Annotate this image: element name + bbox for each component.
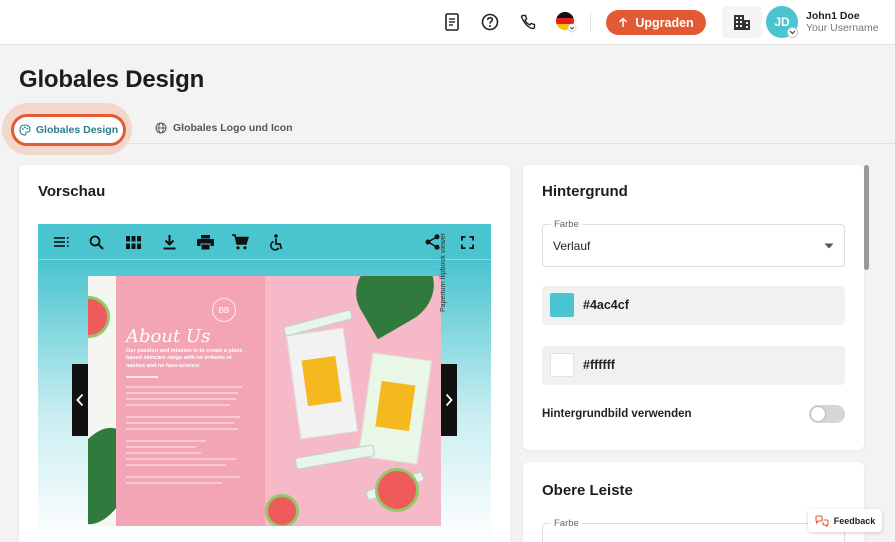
phone-icon[interactable] — [517, 11, 539, 33]
top-bar-title: Obere Leiste — [542, 482, 633, 499]
product-tube — [294, 444, 376, 470]
text-line — [126, 440, 206, 442]
shopping-cart-icon[interactable] — [230, 232, 250, 252]
text-line — [126, 416, 240, 418]
organization-button[interactable] — [722, 6, 762, 38]
book-page-left: BB About Us Our passion and mission is t… — [88, 276, 265, 526]
caret-down-icon — [824, 243, 834, 249]
toggle-knob — [810, 406, 826, 422]
scrollbar-thumb[interactable] — [864, 165, 869, 270]
viewer-watermark: Paperturn flipbook viewer — [440, 233, 447, 312]
text-rule — [126, 376, 158, 378]
chevron-right-icon — [445, 393, 453, 407]
next-page-button[interactable] — [441, 364, 457, 436]
decorative-melon — [265, 494, 299, 526]
menu-icon[interactable] — [52, 232, 72, 252]
chevron-left-icon — [76, 393, 84, 407]
field-label: Farbe — [551, 518, 582, 529]
print-icon[interactable] — [195, 232, 215, 252]
flipbook-viewer: BB About Us Our passion and mission is t… — [38, 224, 491, 542]
toolbar-divider — [590, 12, 591, 32]
feedback-button[interactable]: Feedback — [808, 509, 882, 532]
about-tagline: Our passion and mission is to create a p… — [126, 348, 244, 369]
select-value: Verlauf — [553, 239, 591, 253]
globe-icon — [155, 122, 167, 134]
language-flag-de-icon[interactable] — [555, 11, 577, 33]
bg-image-label: Hintergrundbild verwenden — [542, 408, 692, 420]
arrow-up-icon — [619, 17, 628, 27]
text-line — [126, 452, 201, 454]
bg-image-toggle[interactable] — [809, 405, 845, 423]
user-name: John1 Doe — [806, 10, 860, 22]
background-color-mode-select[interactable]: Farbe Verlauf — [542, 219, 845, 267]
color-swatch[interactable] — [550, 293, 574, 317]
upgrade-button[interactable]: Upgraden — [606, 10, 706, 35]
building-icon — [734, 15, 750, 30]
download-icon[interactable] — [159, 232, 179, 252]
document-icon[interactable] — [441, 11, 463, 33]
background-title: Hintergrund — [542, 183, 628, 200]
preview-title: Vorschau — [38, 183, 106, 200]
viewer-toolbar — [38, 224, 491, 260]
color-hex: #4ac4cf — [583, 298, 629, 312]
tab-globales-logo-und-icon[interactable]: Globales Logo und Icon — [155, 122, 293, 134]
feedback-label: Feedback — [833, 515, 876, 526]
text-line — [126, 386, 242, 388]
gradient-color-2-field[interactable]: #ffffff — [542, 346, 845, 385]
search-icon[interactable] — [86, 232, 106, 252]
text-line — [126, 446, 196, 448]
about-panel — [116, 276, 265, 526]
accessibility-icon[interactable] — [266, 232, 286, 252]
tab-globales-design[interactable]: Globales Design — [11, 114, 126, 146]
text-line — [126, 464, 226, 466]
color-swatch[interactable] — [550, 353, 574, 377]
tab-label: Globales Logo und Icon — [173, 122, 293, 134]
feedback-icon — [815, 514, 829, 527]
text-line — [126, 404, 230, 406]
palette-icon — [19, 124, 31, 136]
text-line — [126, 458, 236, 460]
top-bar-color-select[interactable]: Farbe — [542, 518, 845, 542]
field-label: Farbe — [551, 219, 582, 230]
tabs-divider — [19, 143, 895, 144]
decorative-melon — [88, 296, 110, 338]
text-line — [126, 476, 240, 478]
flipbook-spread[interactable]: BB About Us Our passion and mission is t… — [88, 276, 441, 526]
color-hex: #ffffff — [583, 358, 615, 372]
upgrade-label: Upgraden — [635, 15, 694, 30]
product-box — [285, 327, 359, 440]
text-line — [126, 422, 234, 424]
text-line — [126, 428, 238, 430]
fullscreen-icon[interactable] — [457, 232, 477, 252]
avatar-initials: JD — [774, 15, 790, 29]
tab-label: Globales Design — [35, 124, 119, 136]
text-line — [126, 392, 238, 394]
thumbnails-grid-icon[interactable] — [123, 232, 143, 252]
share-icon[interactable] — [422, 232, 442, 252]
top-bar: Upgraden JD John1 Doe Your Username — [0, 0, 895, 45]
decorative-melon — [375, 468, 419, 512]
decorative-leaf — [342, 276, 441, 340]
page-title: Globales Design — [19, 66, 205, 93]
gradient-color-1-field[interactable]: #4ac4cf — [542, 286, 845, 325]
text-line — [126, 398, 236, 400]
about-heading: About Us — [126, 326, 211, 347]
user-username: Your Username — [806, 22, 879, 34]
text-line — [126, 482, 222, 484]
brand-logo: BB — [212, 298, 236, 322]
help-icon[interactable] — [479, 11, 501, 33]
book-page-right — [265, 276, 441, 526]
prev-page-button[interactable] — [72, 364, 88, 436]
chevron-down-icon[interactable] — [787, 27, 798, 38]
